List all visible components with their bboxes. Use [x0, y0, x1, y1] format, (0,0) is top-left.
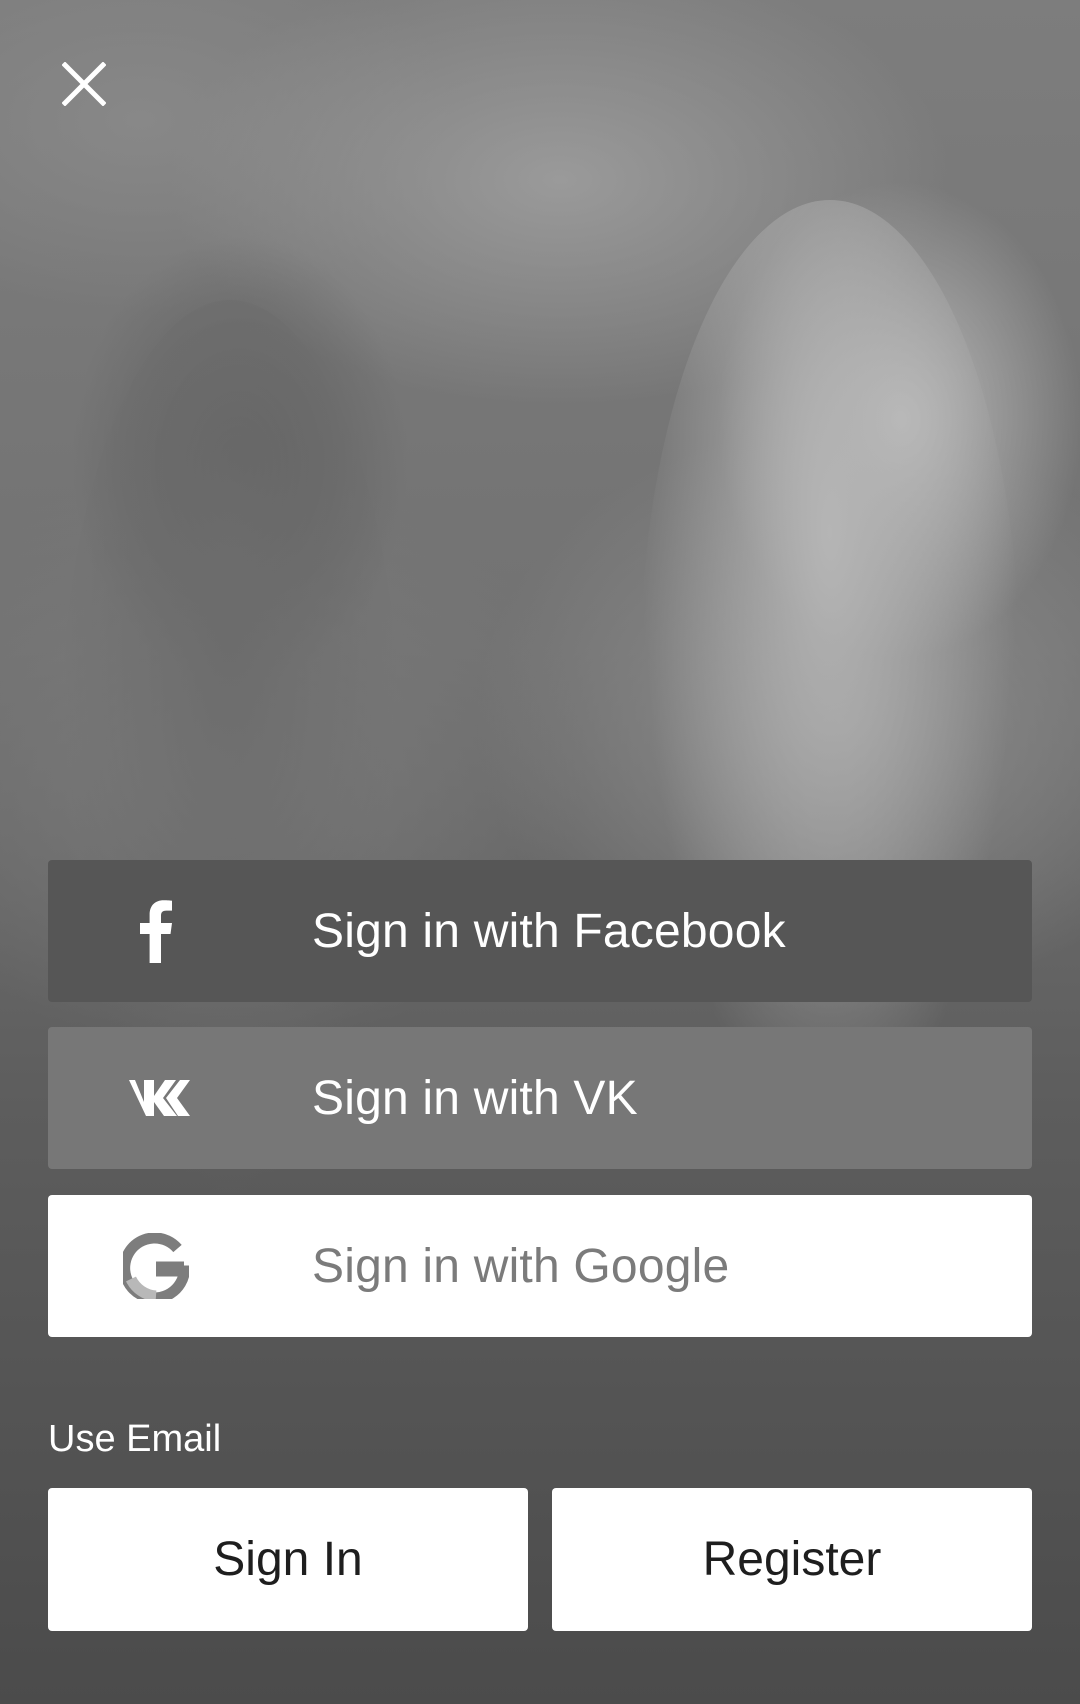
vk-icon-wrap	[48, 1027, 264, 1169]
facebook-signin-button[interactable]: Sign in with Facebook	[48, 860, 1032, 1002]
google-signin-button[interactable]: Sign in with Google	[48, 1195, 1032, 1337]
google-icon-wrap	[48, 1195, 264, 1337]
facebook-icon	[140, 900, 172, 963]
facebook-signin-label: Sign in with Facebook	[312, 904, 786, 958]
vk-signin-button[interactable]: Sign in with VK	[48, 1027, 1032, 1169]
google-signin-label: Sign in with Google	[312, 1239, 730, 1293]
sign-in-button[interactable]: Sign In	[48, 1488, 528, 1631]
close-icon	[62, 62, 106, 106]
vk-icon	[122, 1080, 190, 1116]
facebook-icon-wrap	[48, 860, 264, 1002]
sign-in-label: Sign In	[213, 1533, 363, 1586]
close-button[interactable]	[52, 52, 116, 116]
register-button[interactable]: Register	[552, 1488, 1032, 1631]
vk-signin-label: Sign in with VK	[312, 1071, 638, 1125]
google-icon	[123, 1233, 189, 1299]
background-figure-right	[640, 200, 1020, 1150]
use-email-label: Use Email	[48, 1418, 222, 1460]
register-label: Register	[702, 1533, 882, 1586]
